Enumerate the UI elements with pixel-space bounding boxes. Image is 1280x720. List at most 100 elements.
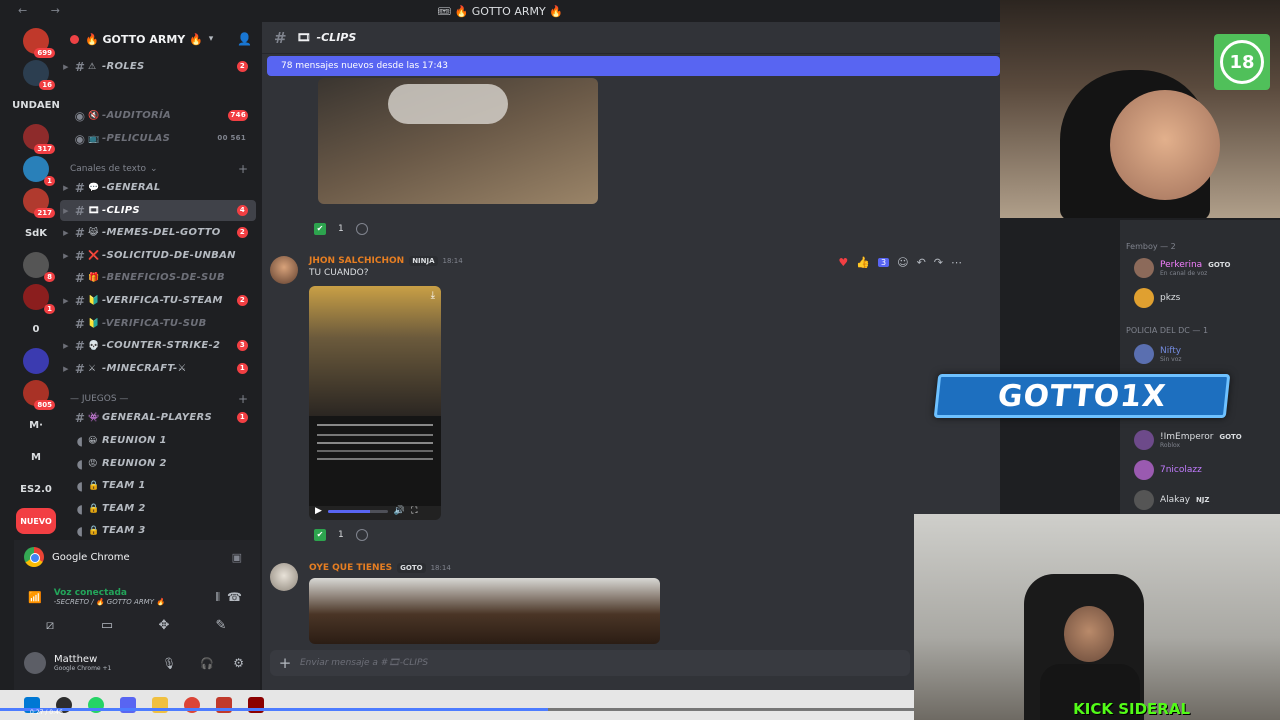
channel-general[interactable]: ▶ # 💬 -GENERAL <box>60 177 256 198</box>
server-icon[interactable]: M· <box>23 412 49 438</box>
member-name: Alakay <box>1160 495 1191 505</box>
channel-general-players[interactable]: # 👾 GENERAL-PLAYERS 1 <box>60 407 256 428</box>
author-name[interactable]: OYE QUE TIENES <box>309 563 392 573</box>
image-attachment[interactable] <box>309 578 660 644</box>
server-icon[interactable]: UNDAEN <box>12 92 60 118</box>
server-icon[interactable]: 805 <box>23 380 55 410</box>
server-icon[interactable] <box>23 348 49 374</box>
add-reaction-icon[interactable] <box>355 223 368 235</box>
server-icon[interactable]: SdK <box>23 220 49 246</box>
category-label: — JUEGOS — <box>70 394 129 404</box>
download-icon[interactable]: ⤓ <box>431 290 435 301</box>
channel-unban[interactable]: ▶ # ❌ -SOLICITUD-DE-UNBAN <box>60 245 256 266</box>
unread-badge: 2 <box>237 227 248 238</box>
video-seek-bar[interactable] <box>327 509 388 513</box>
soundboard-button[interactable]: ✎ <box>201 614 241 636</box>
category-text-channels[interactable]: Canales de texto ⌄ + <box>70 162 256 176</box>
player-progress-bar[interactable] <box>0 708 914 711</box>
check-reaction-icon[interactable]: ✔ <box>314 223 326 235</box>
channel-clips[interactable]: ▶ # 🎞 -CLIPS 4 <box>60 200 256 221</box>
member-item[interactable]: Perkerina GOTO En canal de voz <box>1134 258 1234 278</box>
streamer-face <box>1064 606 1114 662</box>
voice-channel-name[interactable]: -SECRETO / 🔥 GOTTO ARMY 🔥 <box>54 598 165 606</box>
reply-icon[interactable]: ↶ <box>917 256 926 269</box>
history-nav-icons[interactable]: ← → <box>18 4 70 17</box>
author-name[interactable]: JHON SALCHICHON <box>309 256 404 266</box>
camera-button[interactable]: ⧄ <box>30 614 70 636</box>
server-icon[interactable]: 1 <box>23 156 55 186</box>
voice-channel-team-3[interactable]: ◖ 🔒 TEAM 3 <box>60 520 256 541</box>
channel-beneficios[interactable]: # 🎁 -BENEFICIOS-DE-SUB <box>60 267 256 288</box>
chevron-down-icon[interactable]: ▾ <box>209 34 214 44</box>
add-channel-icon[interactable]: + <box>238 162 248 176</box>
channel-verifica-sub[interactable]: # 🔰 -VERIFICA-TU-SUB <box>60 313 256 334</box>
play-icon[interactable]: ▶ <box>315 506 322 516</box>
avatar[interactable] <box>270 256 298 284</box>
channel-minecraft[interactable]: ▶ # ⚔ -MINECRAFT-⚔ 1 <box>60 358 256 379</box>
channel-auditoria[interactable]: ◉ 🔇 -AUDITORÍA 746 <box>60 105 256 126</box>
channel-roles[interactable]: ▶ # ⚠ -ROLES 2 <box>60 56 256 77</box>
more-options-icon[interactable]: ⋯ <box>951 256 962 269</box>
signal-icon[interactable]: 📶 <box>28 591 42 604</box>
video-attachment[interactable]: ⤓ ▶ 🔊 ⛶ <box>309 286 441 520</box>
add-reaction-icon[interactable] <box>355 529 368 541</box>
video-captions <box>309 416 441 506</box>
server-header[interactable]: 🔥 GOTTO ARMY 🔥 ▾ 👤 <box>70 30 260 48</box>
channel-memes[interactable]: ▶ # 😹 -MEMES-DEL-GOTTO 2 <box>60 222 256 243</box>
settings-gear-icon[interactable]: ⚙ <box>233 656 244 670</box>
reaction-row[interactable]: ✔ 1 <box>314 220 368 238</box>
category-games[interactable]: — JUEGOS — + <box>70 392 256 406</box>
server-icon[interactable]: M <box>23 444 49 470</box>
headphones-icon[interactable]: 🎧 <box>200 657 214 670</box>
server-icon[interactable]: 1 <box>23 284 55 314</box>
server-icon[interactable]: 699 <box>23 28 55 58</box>
server-icon[interactable]: 16 <box>23 60 55 90</box>
member-item[interactable]: 7nicolazz <box>1134 460 1202 480</box>
voice-channel-team-1[interactable]: ◖ 🔒 TEAM 1 <box>60 475 256 496</box>
message-composer[interactable]: + Enviar mensaje a #🎞-CLIPS <box>270 650 910 676</box>
server-icon[interactable]: 8 <box>23 252 55 282</box>
microphone-icon[interactable]: 🎙 <box>162 657 176 670</box>
voice-channel-team-2[interactable]: ◖ 🔒 TEAM 2 <box>60 498 256 519</box>
voice-channel-reunion-1[interactable]: ◖ 😀 REUNION 1 <box>60 430 256 451</box>
activity-row[interactable]: Google Chrome ▣ <box>14 546 260 568</box>
disconnect-icon[interactable]: ☎ <box>227 590 242 604</box>
thumbs-up-icon[interactable]: 👍 <box>856 256 870 269</box>
noise-suppression-icon[interactable]: ⫼ <box>215 592 220 603</box>
user-row[interactable]: Matthew Google Chrome +1 🎙 🎧 ⚙ <box>14 648 260 678</box>
game-icon[interactable]: ▣ <box>232 551 242 564</box>
server-icon[interactable]: 0 <box>23 316 49 342</box>
channel-verifica-steam[interactable]: ▶ # 🔰 -VERIFICA-TU-STEAM 2 <box>60 290 256 311</box>
video-attachment[interactable] <box>318 78 598 204</box>
channel-label: -AUDITORÍA <box>102 110 172 121</box>
add-reaction-icon[interactable]: ☺ <box>897 256 908 269</box>
reaction-row[interactable]: ✔ 1 <box>314 526 368 544</box>
volume-icon[interactable]: 🔊 <box>394 506 405 516</box>
avatar[interactable] <box>24 652 46 674</box>
voice-channel-reunion-2[interactable]: ◖ 😡 REUNION 2 <box>60 453 256 474</box>
member-item[interactable]: Alakay NJZ <box>1134 490 1213 510</box>
age-rating-badge: 18 <box>1214 34 1270 90</box>
add-member-icon[interactable]: 👤 <box>237 32 252 46</box>
server-icon[interactable]: 317 <box>23 124 55 154</box>
member-item[interactable]: pkzs <box>1134 288 1180 308</box>
add-channel-icon[interactable]: + <box>238 392 248 406</box>
forward-icon[interactable]: ↷ <box>934 256 943 269</box>
avatar[interactable] <box>270 563 298 591</box>
screen-share-button[interactable]: ▭ <box>87 614 127 636</box>
channel-peliculas[interactable]: ◉ 📺 -PELICULAS 00 561 <box>60 128 256 149</box>
channel-cs2[interactable]: ▶ # 💀 -COUNTER-STRIKE-2 3 <box>60 335 256 356</box>
fullscreen-icon[interactable]: ⛶ <box>411 506 417 516</box>
member-item[interactable]: !ImEmperor GOTO Roblox <box>1134 430 1245 450</box>
server-icon[interactable]: ES2.0 <box>20 476 52 502</box>
server-icon[interactable]: NUEVO <box>16 508 56 534</box>
unread-badge: 746 <box>228 110 248 121</box>
activities-button[interactable]: ✥ <box>144 614 184 636</box>
member-item[interactable]: Nifty Sin voz <box>1134 344 1182 364</box>
server-icon[interactable]: 217 <box>23 188 55 218</box>
new-messages-banner[interactable]: 78 mensajes nuevos desde las 17:43 <box>267 56 1000 76</box>
heart-reaction-icon[interactable]: ♥ <box>838 256 848 269</box>
attach-plus-icon[interactable]: + <box>270 654 300 672</box>
check-reaction-icon[interactable]: ✔ <box>314 529 326 541</box>
reaction-count-badge[interactable]: 3 <box>878 258 890 267</box>
